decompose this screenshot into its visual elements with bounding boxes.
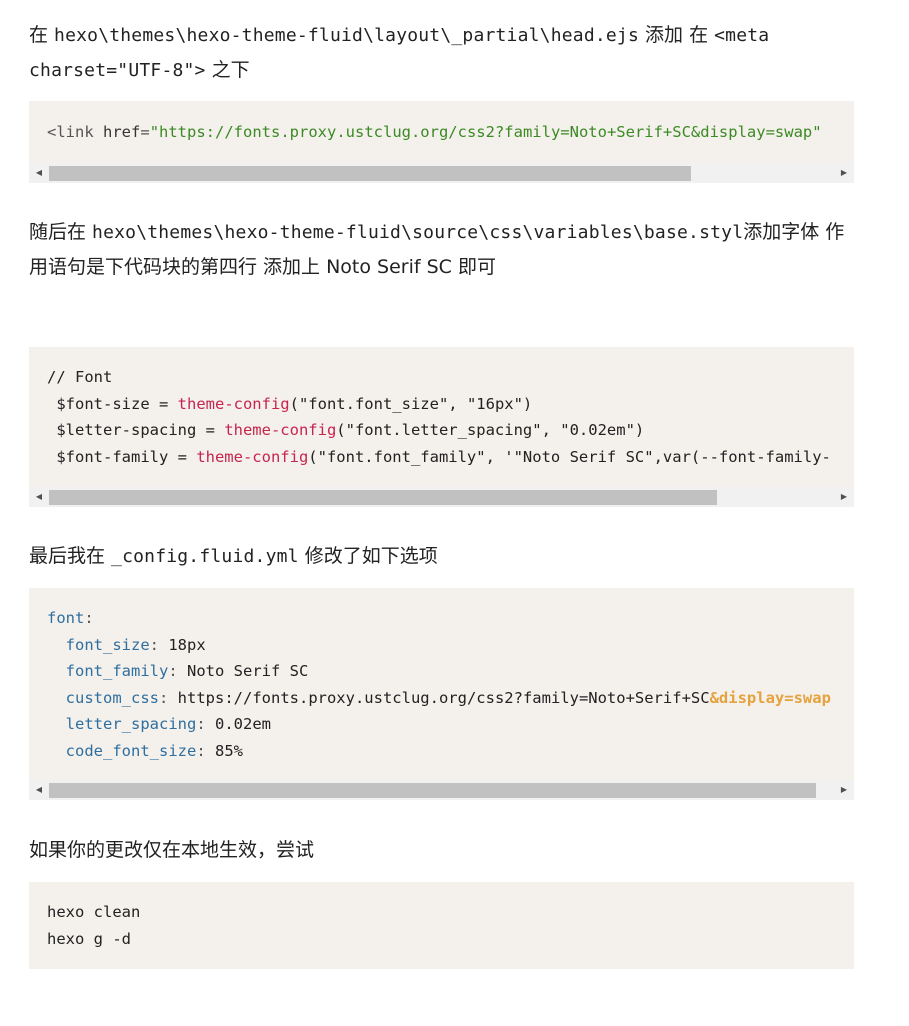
yaml-value: Noto Serif SC <box>187 662 309 680</box>
yaml-value: https://fonts.proxy.ustclug.org/css2?fam… <box>177 688 710 707</box>
yaml-entity: &display=swap <box>709 688 831 707</box>
code-args: ("font.font_size", "16px") <box>289 394 533 413</box>
yaml-key: letter_spacing <box>65 715 197 733</box>
paragraph-config: 最后我在 _config.fluid.yml 修改了如下选项 <box>29 539 859 574</box>
horizontal-scrollbar[interactable]: ◀ ▶ <box>29 163 854 183</box>
code-block-font-vars: // Font $font-size = theme-config("font.… <box>29 347 854 507</box>
code-comment: // Font <box>47 368 113 386</box>
text: 最后我在 <box>29 545 112 567</box>
code-content: font: font_size: 18px font_family: Noto … <box>29 588 854 764</box>
code-block-yaml: font: font_size: 18px font_family: Noto … <box>29 588 854 800</box>
code-fn: theme-config <box>224 421 337 439</box>
paragraph-head-ejs: 在 hexo\themes\hexo-theme-fluid\layout\_p… <box>29 18 859 88</box>
code-line: hexo clean <box>47 903 141 921</box>
text: 之下 <box>205 59 250 81</box>
code-fn: theme-config <box>196 447 309 466</box>
code-block-link: <link href="https://fonts.proxy.ustclug.… <box>29 101 854 183</box>
horizontal-scrollbar[interactable]: ◀ ▶ <box>29 780 854 800</box>
scroll-right-icon[interactable]: ▶ <box>834 487 854 507</box>
yaml-key: code_font_size <box>65 741 197 760</box>
code-eq: = <box>140 123 150 141</box>
yaml-key: custom_css <box>65 688 159 707</box>
code-content: hexo clean hexo g -d <box>29 882 854 952</box>
yaml-key: font <box>47 609 85 627</box>
code-url: "https://fonts.proxy.ustclug.org/css2?fa… <box>149 123 822 141</box>
inline-code-path: hexo\themes\hexo-theme-fluid\layout\_par… <box>54 25 640 46</box>
code-var: $letter-spacing = <box>47 421 225 439</box>
scroll-right-icon[interactable]: ▶ <box>834 163 854 183</box>
text: 添加 在 <box>639 24 715 46</box>
code-tag: <link <box>47 123 94 141</box>
inline-code-file: _config.fluid.yml <box>111 546 299 567</box>
yaml-value: 18px <box>168 635 206 654</box>
code-attr: href <box>93 123 141 141</box>
yaml-value: 0.02em <box>215 715 271 733</box>
yaml-line: code_font_size: 85% <box>65 741 243 760</box>
code-fn: theme-config <box>177 394 290 413</box>
yaml-line: custom_css: https://fonts.proxy.ustclug.… <box>65 688 831 707</box>
code-args: ("font.font_family", '"Noto Serif SC",va… <box>308 447 831 466</box>
code-line: $font-family = theme-config("font.font_f… <box>47 444 854 471</box>
yaml-value: 85% <box>215 741 243 760</box>
yaml-key: font_family <box>65 662 169 680</box>
scroll-right-icon[interactable]: ▶ <box>834 780 854 800</box>
code-var: $font-family = <box>47 447 197 466</box>
scrollbar-thumb[interactable] <box>49 166 691 181</box>
scrollbar-thumb[interactable] <box>49 490 717 505</box>
code-block-hexo-commands: hexo clean hexo g -d <box>29 882 854 969</box>
code-line: $letter-spacing = theme-config("font.let… <box>47 417 854 444</box>
yaml-line: font_size: 18px <box>65 635 206 654</box>
code-var: $font-size = <box>47 394 178 413</box>
code-content: <link href="https://fonts.proxy.ustclug.… <box>29 101 854 146</box>
horizontal-scrollbar[interactable]: ◀ ▶ <box>29 487 854 507</box>
code-line: $font-size = theme-config("font.font_siz… <box>47 391 854 418</box>
code-line: hexo g -d <box>47 929 131 948</box>
scrollbar-thumb[interactable] <box>49 783 816 798</box>
paragraph-try: 如果你的更改仅在本地生效，尝试 <box>29 839 315 861</box>
yaml-line: font_family: Noto Serif SC <box>65 662 309 680</box>
scroll-left-icon[interactable]: ◀ <box>29 780 49 800</box>
yaml-root: font: <box>47 609 94 627</box>
paragraph-base-styl: 随后在 hexo\themes\hexo-theme-fluid\source\… <box>29 215 859 284</box>
code-args: ("font.letter_spacing", "0.02em") <box>336 421 645 439</box>
text: 随后在 <box>29 221 93 243</box>
code-content: // Font $font-size = theme-config("font.… <box>29 347 854 470</box>
scroll-left-icon[interactable]: ◀ <box>29 163 49 183</box>
scroll-left-icon[interactable]: ◀ <box>29 487 49 507</box>
inline-code-path: hexo\themes\hexo-theme-fluid\source\css\… <box>92 222 744 243</box>
yaml-line: letter_spacing: 0.02em <box>65 715 271 733</box>
text: 在 <box>29 24 55 46</box>
yaml-key: font_size <box>65 635 150 654</box>
text: 修改了如下选项 <box>298 545 438 567</box>
